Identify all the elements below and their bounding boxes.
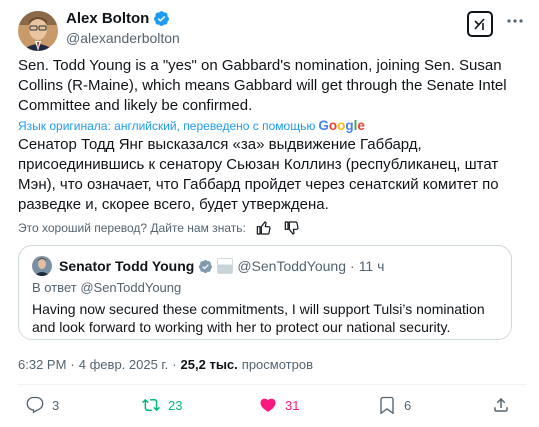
quote-avatar[interactable]: [32, 256, 52, 276]
quote-author-name[interactable]: Senator Todd Young: [59, 258, 194, 274]
repost-count: 23: [168, 397, 183, 413]
feedback-prompt: Это хороший перевод? Дайте нам знать:: [18, 221, 246, 235]
reply-prefix: В ответ: [32, 280, 77, 295]
divider: [18, 384, 526, 385]
quote-text: Having now secured these commitments, I …: [32, 301, 485, 335]
translation-note: Язык оригинала: английский, переведено с…: [18, 118, 365, 133]
verified-badge-icon: [199, 259, 213, 273]
verified-badge-icon: [154, 11, 170, 26]
quote-handle[interactable]: @SenToddYoung: [237, 258, 346, 274]
google-logo: Google: [318, 118, 365, 133]
translation-feedback: Это хороший перевод? Дайте нам знать:: [18, 220, 300, 236]
views-count: 25,2 тыс.: [180, 357, 238, 372]
quote-header: Senator Todd Young @SenToddYoung · 11 ч: [59, 258, 384, 274]
quote-separator: ·: [350, 258, 355, 274]
meta-dot-2: ·: [172, 357, 177, 372]
reply-count: 3: [52, 397, 60, 413]
bookmark-icon: [380, 396, 394, 414]
like-button[interactable]: 31: [259, 396, 299, 414]
reply-button[interactable]: 3: [26, 396, 59, 414]
grok-button[interactable]: [467, 11, 493, 37]
meta-dot: ·: [70, 357, 75, 372]
tweet-translated-text: Сенатор Тодд Янг высказался «за» выдвиже…: [18, 136, 499, 213]
more-icon[interactable]: [506, 12, 524, 35]
tweet-meta: 6:32 PM · 4 февр. 2025 г. · 25,2 тыс. пр…: [18, 357, 313, 372]
quoted-tweet[interactable]: Senator Todd Young @SenToddYoung · 11 ч …: [18, 245, 512, 340]
quote-reply-context: В ответ @SenToddYoung: [32, 280, 181, 295]
action-bar: 3 23 31 6: [0, 396, 539, 416]
author-avatar[interactable]: [18, 11, 58, 51]
repost-icon: [142, 398, 160, 412]
grok-icon: [474, 18, 485, 30]
government-flag-icon: [217, 258, 234, 274]
repost-button[interactable]: 23: [142, 396, 182, 414]
tweet-date[interactable]: 4 февр. 2025 г.: [79, 357, 168, 372]
share-icon: [494, 397, 508, 412]
author-name-row[interactable]: Alex Bolton: [66, 10, 170, 27]
tweet-time[interactable]: 6:32 PM: [18, 357, 66, 372]
author-handle[interactable]: @alexanderbolton: [66, 30, 180, 46]
thumbs-up-icon[interactable]: [256, 220, 272, 236]
thumbs-down-icon[interactable]: [284, 220, 300, 236]
quote-time[interactable]: 11 ч: [359, 258, 385, 274]
like-icon: [260, 398, 276, 412]
reply-icon: [26, 396, 44, 414]
tweet-original-text: Sen. Todd Young is a "yes" on Gabbard's …: [18, 57, 507, 114]
views-label: просмотров: [241, 357, 313, 372]
author-name[interactable]: Alex Bolton: [66, 10, 149, 27]
bookmark-count: 6: [404, 397, 412, 413]
like-count: 31: [285, 397, 300, 413]
reply-handle[interactable]: @SenToddYoung: [80, 280, 181, 295]
bookmark-button[interactable]: 6: [378, 396, 411, 414]
share-button[interactable]: [492, 396, 510, 414]
translation-note-text: Язык оригинала: английский, переведено с…: [18, 118, 316, 133]
